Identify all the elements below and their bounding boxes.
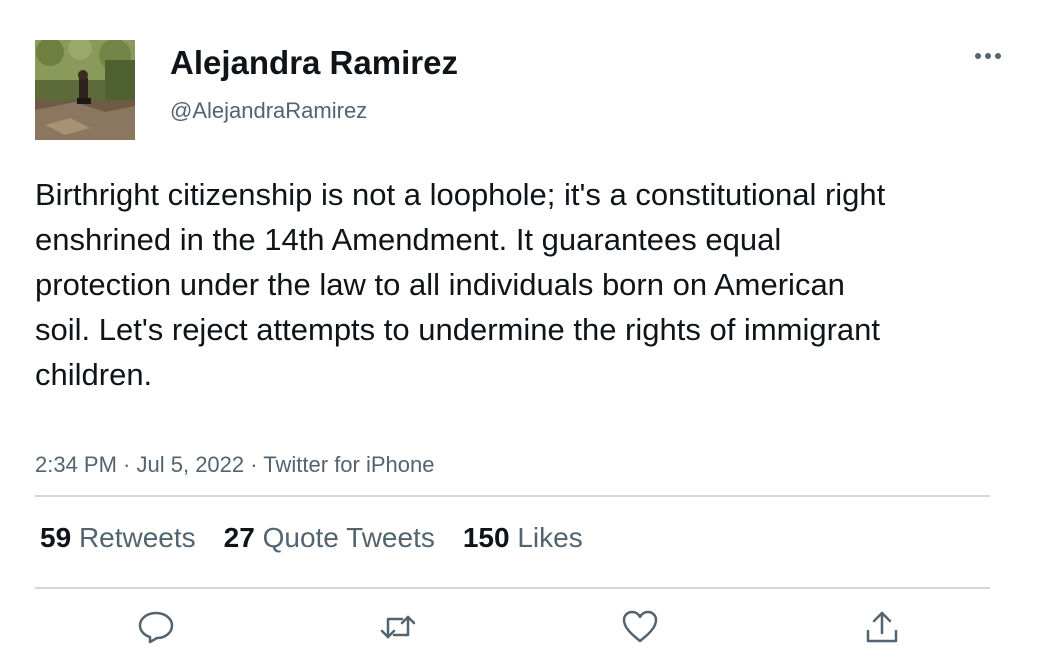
divider — [35, 587, 990, 589]
tweet-text: Birthright citizenship is not a loophole… — [35, 177, 886, 392]
tweet-time[interactable]: 2:34 PM — [35, 452, 117, 477]
quote-tweets-count: 27 — [223, 522, 255, 553]
display-name[interactable]: Alejandra Ramirez — [170, 44, 458, 82]
meta-separator: · — [116, 452, 137, 477]
share-icon[interactable] — [862, 607, 902, 647]
avatar[interactable] — [35, 40, 135, 140]
meta-separator: · — [244, 452, 264, 477]
retweets-stat[interactable]: 59 Retweets — [40, 522, 196, 554]
tweet-card: Alejandra Ramirez @AlejandraRamirez Birt… — [0, 0, 1050, 660]
tweet-stats: 59 Retweets 27 Quote Tweets 150 Likes — [40, 522, 611, 554]
heart-icon[interactable] — [620, 607, 660, 647]
quote-tweets-label: Quote Tweets — [262, 522, 435, 553]
quote-tweets-stat[interactable]: 27 Quote Tweets — [224, 522, 435, 554]
retweet-icon[interactable] — [378, 607, 418, 647]
tweet-source[interactable]: Twitter for iPhone — [263, 452, 434, 477]
reply-icon[interactable] — [136, 607, 176, 647]
likes-stat[interactable]: 150 Likes — [463, 522, 583, 554]
tweet-date[interactable]: Jul 5, 2022 — [137, 452, 245, 477]
retweets-count: 59 — [40, 522, 72, 553]
user-handle[interactable]: @AlejandraRamirez — [170, 98, 367, 124]
likes-count: 150 — [462, 522, 510, 553]
retweets-label: Retweets — [78, 522, 196, 553]
likes-label: Likes — [517, 522, 583, 553]
divider — [35, 495, 990, 497]
more-horizontal-icon[interactable] — [970, 44, 1006, 68]
tweet-metadata: 2:34 PM · Jul 5, 2022 · Twitter for iPho… — [35, 452, 434, 478]
